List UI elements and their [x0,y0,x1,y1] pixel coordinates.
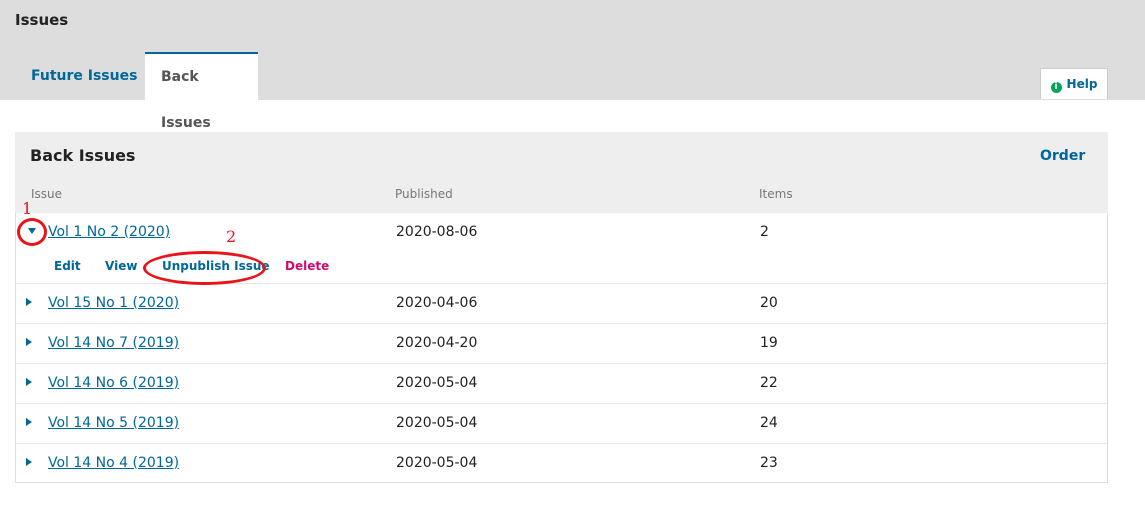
help-label: Help [1066,77,1098,91]
items-count: 2 [760,224,769,240]
annotation-marker-1: 1 [22,199,33,218]
table-row: Vol 14 No 6 (2019) 2020-05-04 22 [16,363,1107,404]
edit-button[interactable]: Edit [54,259,81,273]
issue-link[interactable]: Vol 1 No 2 (2020) [48,224,170,240]
table-row: Vol 15 No 1 (2020) 2020-04-06 20 [16,283,1107,324]
published-date: 2020-05-04 [396,375,478,391]
annotation-circle-toggle [17,218,47,246]
panel-header: Back Issues Order Issue Published Items [15,132,1108,213]
items-count: 20 [760,295,778,311]
view-button[interactable]: View [105,259,137,273]
delete-button[interactable]: Delete [285,259,329,273]
expand-toggle-icon[interactable] [26,298,32,306]
tab-back-issues[interactable]: Back Issues [145,52,258,131]
items-count: 22 [760,375,778,391]
published-date: 2020-05-04 [396,415,478,431]
issue-link[interactable]: Vol 14 No 7 (2019) [48,335,179,351]
issue-link[interactable]: Vol 14 No 4 (2019) [48,455,179,471]
column-header-items: Items [759,187,793,201]
table-row: Vol 14 No 5 (2019) 2020-05-04 24 [16,403,1107,444]
panel-title: Back Issues [30,146,136,165]
published-date: 2020-04-20 [396,335,478,351]
order-button[interactable]: Order [1040,148,1085,164]
page-title: Issues [15,11,69,29]
annotation-marker-2: 2 [226,227,237,246]
help-button[interactable]: i Help [1040,68,1108,99]
issue-link[interactable]: Vol 14 No 6 (2019) [48,375,179,391]
annotation-circle-unpublish [143,251,266,285]
published-date: 2020-08-06 [396,224,478,240]
table-row: Vol 14 No 7 (2019) 2020-04-20 19 [16,323,1107,364]
page-header: Issues Future Issues Back Issues i Help [0,0,1145,131]
issue-link[interactable]: Vol 14 No 5 (2019) [48,415,179,431]
items-count: 24 [760,415,778,431]
column-header-issue: Issue [31,187,63,201]
items-count: 19 [760,335,778,351]
expand-toggle-icon[interactable] [26,458,32,466]
column-header-published: Published [395,187,453,201]
info-icon: i [1050,82,1062,93]
published-date: 2020-04-06 [396,295,478,311]
expand-toggle-icon[interactable] [26,378,32,386]
expand-toggle-icon[interactable] [26,338,32,346]
items-count: 23 [760,455,778,471]
expand-toggle-icon[interactable] [26,418,32,426]
published-date: 2020-05-04 [396,455,478,471]
issue-link[interactable]: Vol 15 No 1 (2020) [48,295,179,311]
tab-future-issues[interactable]: Future Issues [15,52,153,100]
back-issues-panel: Back Issues Order Issue Published Items … [15,132,1108,483]
table-row: Vol 14 No 4 (2019) 2020-05-04 23 [16,443,1107,484]
